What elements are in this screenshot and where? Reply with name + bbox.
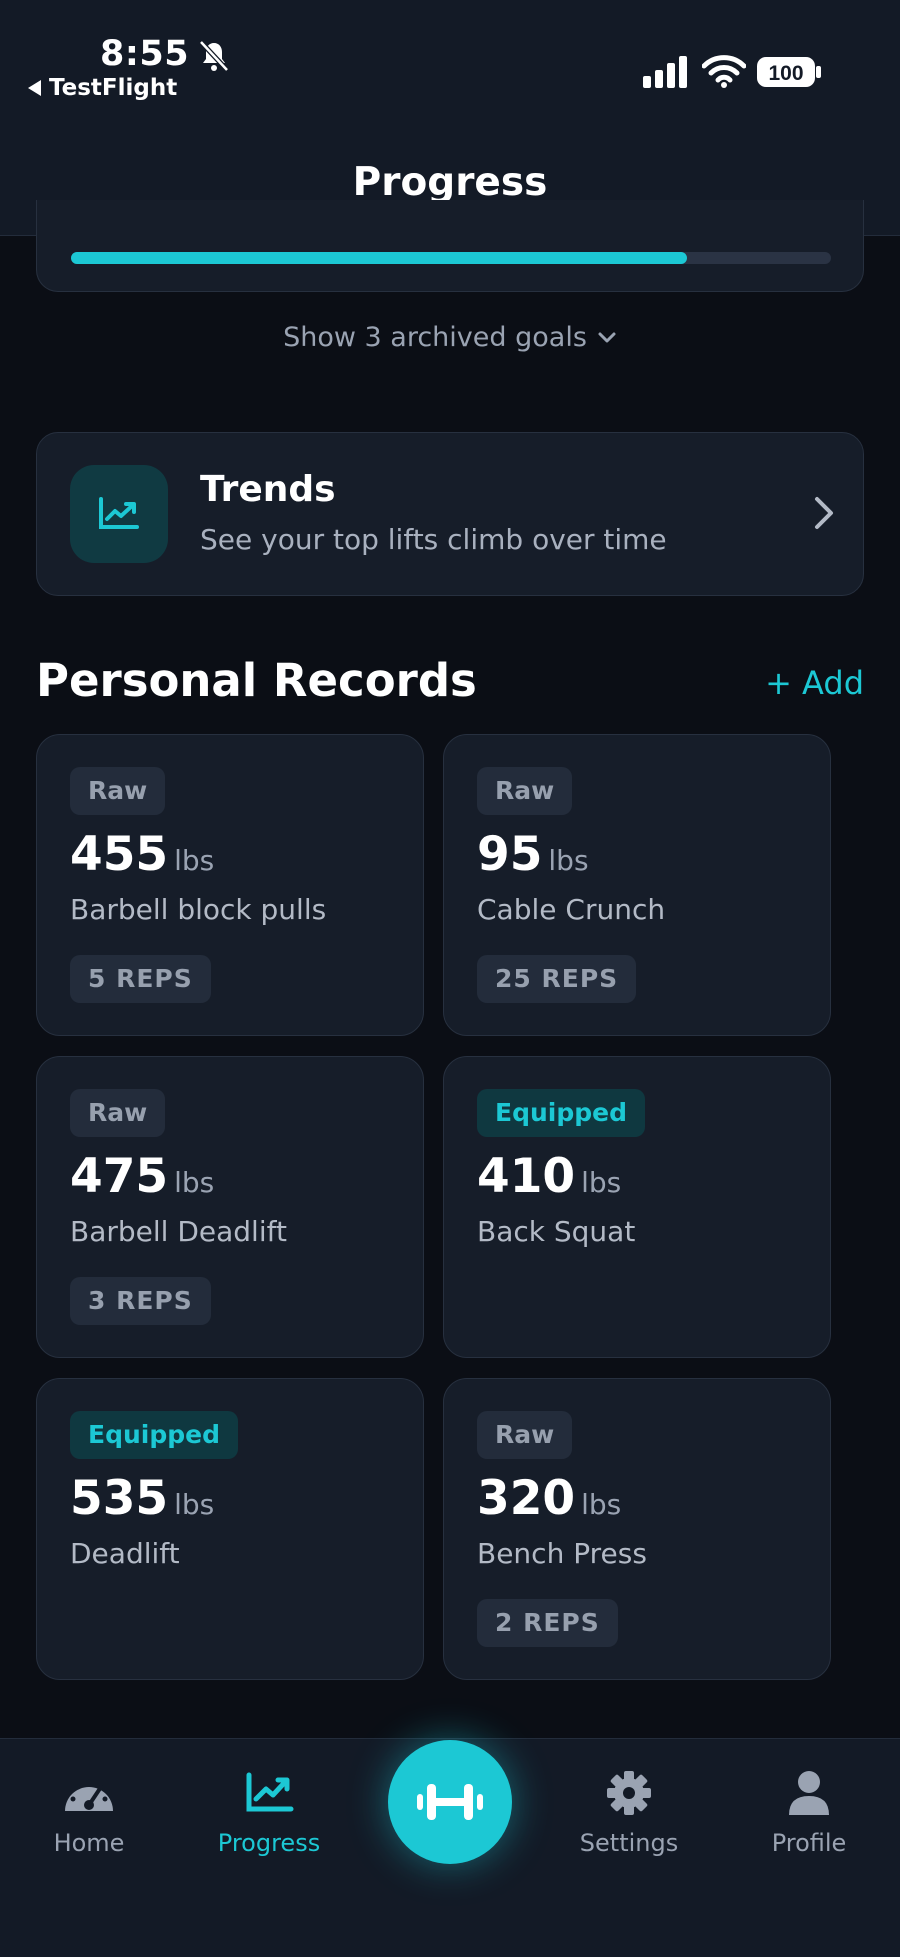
record-weight: 320 lbs <box>477 1471 621 1526</box>
record-type-badge: Equipped <box>70 1411 238 1459</box>
trends-subtitle: See your top lifts climb over time <box>200 523 667 556</box>
back-to-app-link[interactable]: TestFlight <box>28 75 177 101</box>
tab-settings-label: Settings <box>579 1829 679 1857</box>
record-exercise-name: Barbell Deadlift <box>70 1215 287 1248</box>
record-card[interactable]: Raw 475 lbs Barbell Deadlift 3 REPS <box>36 1056 424 1358</box>
record-reps-badge: 25 REPS <box>477 955 637 1003</box>
start-workout-button[interactable] <box>388 1740 512 1864</box>
trends-title: Trends <box>200 469 336 510</box>
record-type-badge: Raw <box>477 1411 573 1459</box>
battery-icon: 100 <box>757 57 821 87</box>
record-weight-value: 95 <box>477 827 543 882</box>
tab-settings[interactable]: Settings <box>559 1769 699 1857</box>
record-weight-unit: lbs <box>174 1166 215 1199</box>
record-card[interactable]: Raw 455 lbs Barbell block pulls 5 REPS <box>36 734 424 1036</box>
trend-chart-icon <box>246 1772 294 1812</box>
archived-goals-label: Show 3 archived goals <box>283 322 587 353</box>
goal-card[interactable] <box>36 200 864 292</box>
record-weight-value: 535 <box>70 1471 169 1526</box>
record-weight: 475 lbs <box>70 1149 214 1204</box>
personal-records-heading: Personal Records <box>36 654 477 707</box>
back-app-label: TestFlight <box>49 75 178 101</box>
tab-profile[interactable]: Profile <box>739 1769 879 1857</box>
trends-card[interactable]: Trends See your top lifts climb over tim… <box>36 432 864 596</box>
record-card[interactable]: Raw 95 lbs Cable Crunch 25 REPS <box>443 734 831 1036</box>
record-reps-badge: 2 REPS <box>477 1599 618 1647</box>
record-weight: 95 lbs <box>477 827 589 882</box>
bell-muted-icon <box>199 40 229 72</box>
record-weight-unit: lbs <box>174 1488 215 1521</box>
page-title: Progress <box>352 160 548 205</box>
record-weight-value: 410 <box>477 1149 576 1204</box>
record-reps-badge: 5 REPS <box>70 955 211 1003</box>
record-exercise-name: Bench Press <box>477 1537 647 1570</box>
record-exercise-name: Deadlift <box>70 1537 180 1570</box>
tab-home[interactable]: Home <box>19 1769 159 1857</box>
record-weight-unit: lbs <box>581 1166 622 1199</box>
record-weight-value: 475 <box>70 1149 169 1204</box>
record-weight: 535 lbs <box>70 1471 214 1526</box>
show-archived-goals-button[interactable]: Show 3 archived goals <box>0 322 900 353</box>
tab-progress[interactable]: Progress <box>199 1769 339 1857</box>
record-exercise-name: Barbell block pulls <box>70 893 327 926</box>
status-time: 8:55 <box>100 34 190 74</box>
gear-icon <box>607 1771 651 1815</box>
record-type-badge: Raw <box>70 1089 166 1137</box>
battery-level-text: 100 <box>768 62 803 85</box>
record-reps-badge: 3 REPS <box>70 1277 211 1325</box>
record-type-badge: Raw <box>477 767 573 815</box>
record-weight-unit: lbs <box>548 844 589 877</box>
goal-progress-track <box>71 252 831 264</box>
gauge-icon <box>65 1779 113 1811</box>
wifi-icon <box>702 55 746 88</box>
goal-progress-fill <box>71 252 687 264</box>
record-type-badge: Equipped <box>477 1089 645 1137</box>
chevron-down-icon <box>598 332 616 342</box>
add-record-button[interactable]: + Add <box>765 664 864 702</box>
record-weight-value: 320 <box>477 1471 576 1526</box>
record-weight-unit: lbs <box>174 844 215 877</box>
record-weight: 455 lbs <box>70 827 214 882</box>
tab-progress-label: Progress <box>217 1829 321 1857</box>
record-weight-unit: lbs <box>581 1488 622 1521</box>
record-card[interactable]: Raw 320 lbs Bench Press 2 REPS <box>443 1378 831 1680</box>
back-arrow-icon <box>28 80 41 96</box>
app-screen: 8:55 TestFlight 100 Progress Show 3 arch… <box>0 0 900 1957</box>
dumbbell-icon <box>417 1784 483 1820</box>
record-weight: 410 lbs <box>477 1149 621 1204</box>
record-type-badge: Raw <box>70 767 166 815</box>
chevron-right-icon <box>815 497 833 529</box>
record-exercise-name: Cable Crunch <box>477 893 666 926</box>
record-exercise-name: Back Squat <box>477 1215 636 1248</box>
person-icon <box>789 1771 829 1815</box>
record-card[interactable]: Equipped 410 lbs Back Squat <box>443 1056 831 1358</box>
record-card[interactable]: Equipped 535 lbs Deadlift <box>36 1378 424 1680</box>
record-weight-value: 455 <box>70 827 169 882</box>
tab-home-label: Home <box>53 1829 125 1857</box>
trends-icon-box <box>70 465 168 563</box>
tab-profile-label: Profile <box>771 1829 847 1857</box>
cellular-signal-icon <box>643 56 687 88</box>
trend-chart-icon <box>99 497 139 529</box>
